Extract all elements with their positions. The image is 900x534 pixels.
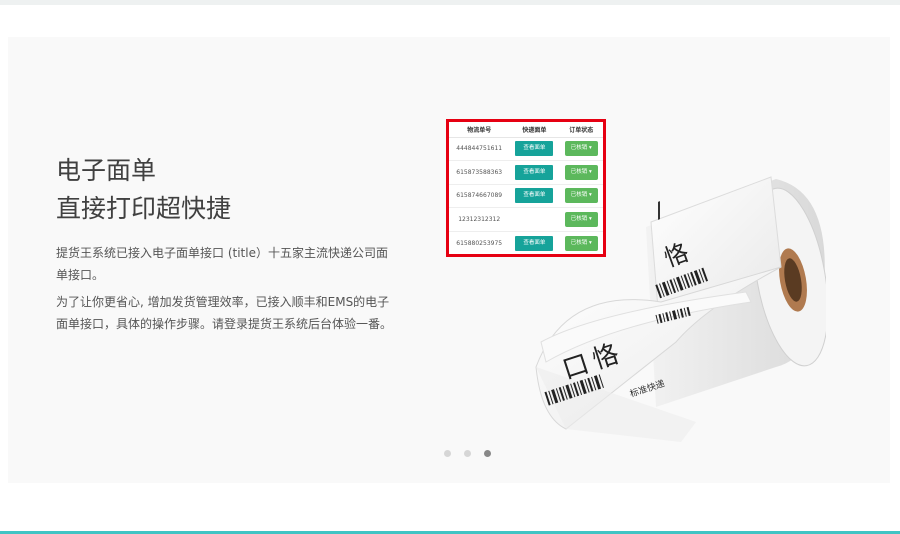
headline-line-2: 直接打印超快捷 <box>56 194 232 223</box>
table-row: 444844751611 查看面单 已核销 ▾ <box>449 137 603 161</box>
intro-paragraph: 提货王系统已接入电子面单接口 (title）十五家主流快递公司面单接口。 <box>56 246 388 282</box>
status-dropdown-button[interactable]: 已核销 ▾ <box>564 188 598 204</box>
status-dropdown-button[interactable]: 已核销 ▾ <box>564 211 598 227</box>
status-dropdown-button[interactable]: 已核销 ▾ <box>564 164 598 180</box>
tracking-number: 615874667089 <box>449 184 510 208</box>
tracking-number: 444844751611 <box>449 137 510 161</box>
order-table: 物流单号 快递面单 订单状态 444844751611 查看面单 已核销 ▾ 6… <box>449 122 603 255</box>
tracking-number: 615880253975 <box>456 239 503 247</box>
carousel-dot-3[interactable] <box>484 450 491 457</box>
carousel-dot-2[interactable] <box>464 450 471 457</box>
header-tracking: 物流单号 <box>449 122 510 138</box>
waybill-empty <box>509 207 560 232</box>
hero-slide: 电子面单 直接打印超快捷 提货王系统已接入电子面单接口 (title）十五家主流… <box>8 37 890 483</box>
carousel-dot-1[interactable] <box>444 450 451 457</box>
order-table-card: 物流单号 快递面单 订单状态 444844751611 查看面单 已核销 ▾ 6… <box>446 119 606 257</box>
header-waybill: 快递面单 <box>509 122 560 138</box>
tracking-number: 12312312312 <box>449 207 510 232</box>
header-status: 订单状态 <box>559 122 603 138</box>
status-dropdown-button[interactable]: 已核销 ▾ <box>564 235 598 251</box>
view-waybill-button[interactable]: 查看面单 <box>515 164 554 180</box>
view-waybill-button[interactable]: 查看面单 <box>515 188 554 204</box>
tracking-number: 615873588363 <box>449 160 510 185</box>
top-strip <box>0 0 900 5</box>
headline-line-1: 电子面单 <box>56 156 157 185</box>
table-row: 12312312312 已核销 ▾ <box>449 207 603 232</box>
detail-paragraph: 为了让你更省心, 增加发货管理效率，已接入顺丰和EMS的电子面单接口，具体的操作… <box>56 295 393 331</box>
view-waybill-button[interactable]: 查看面单 <box>515 141 554 157</box>
table-row: 615873588363 查看面单 已核销 ▾ <box>449 160 603 185</box>
carousel-indicators <box>444 450 491 457</box>
table-row: 615874667089 查看面单 已核销 ▾ <box>449 184 603 208</box>
table-row: 615880253975 查看面单 已核销 ▾ <box>449 231 603 255</box>
hero-copy: 电子面单 直接打印超快捷 提货王系统已接入电子面单接口 (title）十五家主流… <box>56 152 396 335</box>
waybill-illustration: 恪 口 恪 标准快递 物流单号 快递面单 订单状态 444844751611 查… <box>446 117 826 447</box>
view-waybill-button[interactable]: 查看面单 <box>515 235 554 251</box>
status-dropdown-button[interactable]: 已核销 ▾ <box>564 141 598 157</box>
